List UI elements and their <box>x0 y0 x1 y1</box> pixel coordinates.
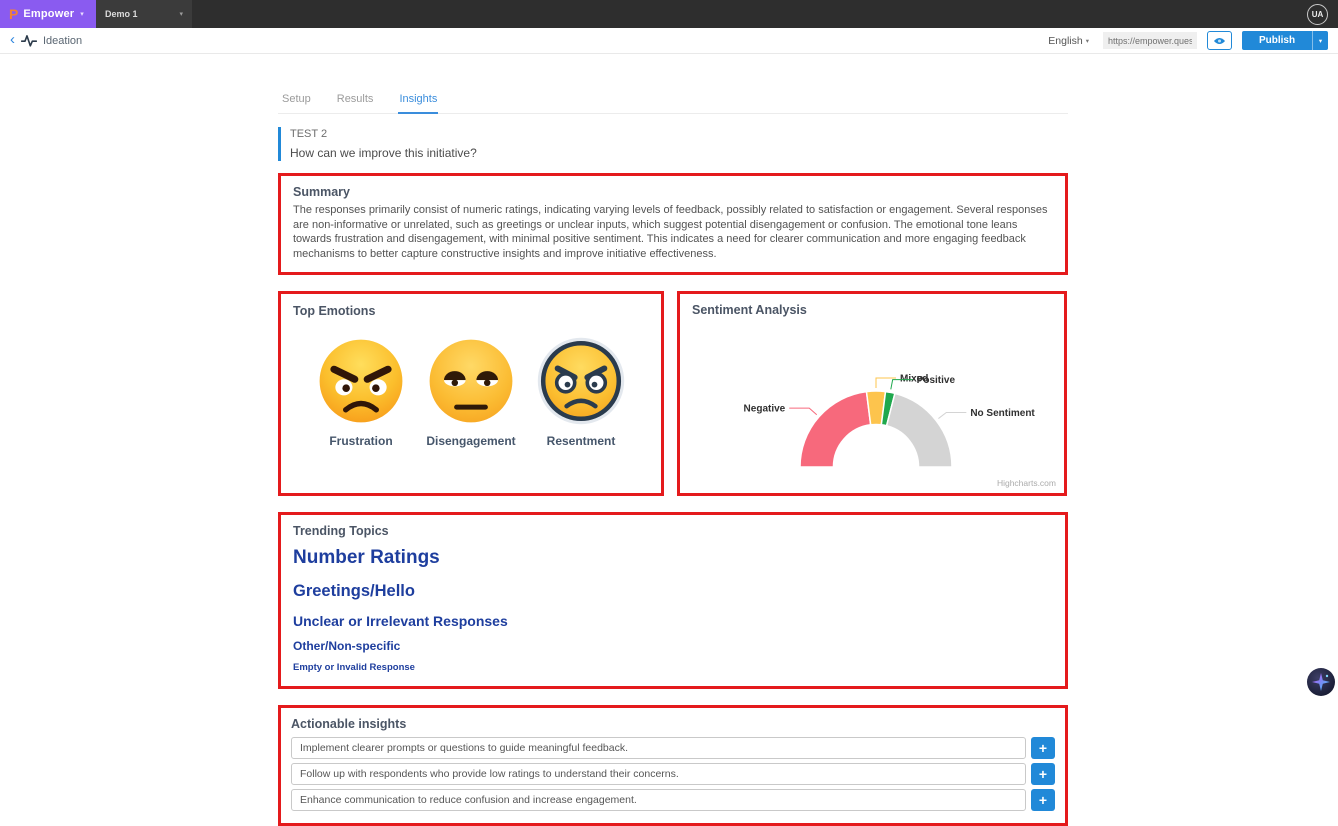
emotion-label: Disengagement <box>426 434 515 448</box>
preview-button[interactable] <box>1207 31 1232 50</box>
gauge-label: No Sentiment <box>970 408 1035 419</box>
add-insight-button[interactable]: + <box>1031 763 1055 785</box>
gauge-label: Negative <box>744 404 786 415</box>
empower-brand-menu[interactable]: P Empower ▾ <box>0 0 96 28</box>
gauge-segment-negative <box>800 392 871 467</box>
chevron-down-icon: ▾ <box>1319 37 1322 45</box>
insight-row: Enhance communication to reduce confusio… <box>291 789 1055 811</box>
insight-text: Follow up with respondents who provide l… <box>291 763 1026 785</box>
actionable-insights-card: Actionable insights Implement clearer pr… <box>278 705 1068 826</box>
publish-button-group: Publish ▾ <box>1242 31 1328 50</box>
sentiment-gauge-chart: NegativeMixedPositiveNo Sentiment <box>692 317 1060 485</box>
plus-icon: + <box>1039 740 1047 756</box>
emotion-row: Frustration <box>293 336 649 448</box>
insight-text: Implement clearer prompts or questions t… <box>291 737 1026 759</box>
add-insight-button[interactable]: + <box>1031 737 1055 759</box>
gauge-segment-no-sentiment <box>887 393 952 467</box>
summary-card: Summary The responses primarily consist … <box>278 173 1068 275</box>
share-url-input[interactable] <box>1103 32 1197 49</box>
empower-logo-icon: P <box>9 7 18 21</box>
page-toolbar: ‹ Ideation English ▾ Publish ▾ <box>0 28 1338 54</box>
tab-setup[interactable]: Setup <box>281 88 312 113</box>
avatar[interactable]: UA <box>1307 4 1328 25</box>
top-emotions-title: Top Emotions <box>293 304 649 318</box>
chevron-down-icon: ▾ <box>1086 37 1089 45</box>
back-chevron-icon[interactable]: ‹ <box>10 32 15 47</box>
gauge-label-connector <box>789 408 817 415</box>
ideation-pulse-icon <box>21 34 37 47</box>
language-label: English <box>1048 35 1082 47</box>
question-text: How can we improve this initiative? <box>290 146 1068 160</box>
emotions-sentiment-row: Top Emotions <box>278 291 1068 496</box>
emotion-disengagement: Disengagement <box>421 336 521 448</box>
workspace-tab-demo1[interactable]: Demo 1 ▾ <box>96 0 192 28</box>
ai-assistant-button[interactable] <box>1306 667 1336 697</box>
trending-topic: Number Ratings <box>293 547 1053 569</box>
question-name: TEST 2 <box>290 128 1068 140</box>
unamused-face-emoji-icon <box>426 336 516 426</box>
emotion-label: Resentment <box>547 434 616 448</box>
question-block: TEST 2 How can we improve this initiativ… <box>278 127 1068 161</box>
page-title: Ideation <box>43 35 82 47</box>
chevron-down-icon[interactable]: ▾ <box>179 10 183 18</box>
language-dropdown[interactable]: English ▾ <box>1048 35 1089 47</box>
insight-text: Enhance communication to reduce confusio… <box>291 789 1026 811</box>
angry-outlined-face-emoji-icon <box>536 336 626 426</box>
highcharts-credits: Highcharts.com <box>997 478 1056 488</box>
trending-topics-card: Trending Topics Number Ratings Greetings… <box>278 512 1068 689</box>
top-navbar: P Empower ▾ Demo 1 ▾ UA <box>0 0 1338 28</box>
publish-button[interactable]: Publish <box>1242 31 1312 50</box>
sentiment-analysis-card: Sentiment Analysis NegativeMixedPositive… <box>677 291 1067 496</box>
gauge-label-connector <box>938 412 966 418</box>
insight-row: Follow up with respondents who provide l… <box>291 763 1055 785</box>
trending-title: Trending Topics <box>293 524 1053 538</box>
chevron-down-icon: ▾ <box>80 10 84 18</box>
actionable-insights-title: Actionable insights <box>291 717 1055 731</box>
plus-icon: + <box>1039 792 1047 808</box>
emotion-frustration: Frustration <box>311 336 411 448</box>
trending-topic: Empty or Invalid Response <box>293 662 1053 673</box>
navbar-spacer <box>192 0 1307 28</box>
trending-topic: Greetings/Hello <box>293 582 1053 601</box>
emotion-resentment: Resentment <box>531 336 631 448</box>
gauge-label: Positive <box>917 375 956 386</box>
summary-text: The responses primarily consist of numer… <box>293 203 1053 262</box>
angry-face-emoji-icon <box>316 336 406 426</box>
brand-name: Empower <box>23 8 74 20</box>
publish-dropdown-button[interactable]: ▾ <box>1312 31 1328 50</box>
workspace-tab-label: Demo 1 <box>105 9 138 19</box>
summary-title: Summary <box>293 185 1053 199</box>
tab-results[interactable]: Results <box>336 88 375 113</box>
insight-row: Implement clearer prompts or questions t… <box>291 737 1055 759</box>
trending-topic: Unclear or Irrelevant Responses <box>293 613 1053 629</box>
eye-icon <box>1213 36 1226 46</box>
trending-topic: Other/Non-specific <box>293 639 1053 653</box>
insight-rows: Implement clearer prompts or questions t… <box>291 737 1055 811</box>
tab-insights[interactable]: Insights <box>398 88 438 114</box>
add-insight-button[interactable]: + <box>1031 789 1055 811</box>
sparkle-orb-icon <box>1306 667 1336 697</box>
content-tabs: Setup Results Insights <box>278 88 1068 114</box>
top-emotions-card: Top Emotions <box>278 291 664 496</box>
sentiment-title: Sentiment Analysis <box>692 303 1056 317</box>
plus-icon: + <box>1039 766 1047 782</box>
emotion-label: Frustration <box>329 434 392 448</box>
insights-content: Setup Results Insights TEST 2 How can we… <box>278 88 1068 826</box>
